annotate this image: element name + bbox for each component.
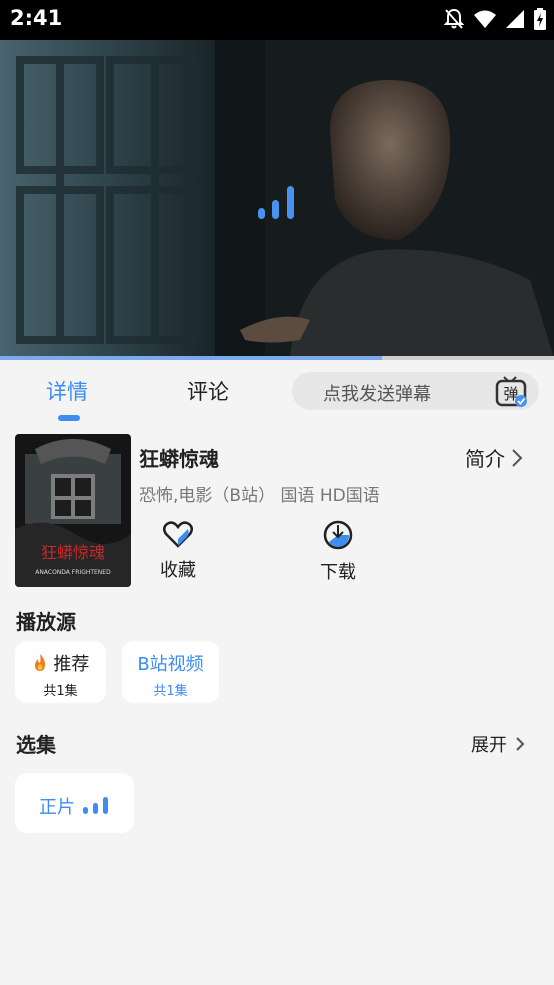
heart-icon — [163, 521, 193, 548]
notifications-off-icon — [444, 8, 464, 29]
movie-meta: 恐怖,电影（B站） 国语 HD国语 — [139, 486, 380, 506]
source-label: 推荐 — [53, 654, 90, 675]
source-count: 共1集 — [43, 684, 78, 699]
danmaku-toggle-icon[interactable]: 弹 — [495, 376, 529, 408]
signal-icon — [506, 10, 524, 28]
tab-bar: 详情 评论 点我发送弹幕 弹 — [0, 360, 554, 424]
expand-episodes-button[interactable]: 展开 — [471, 731, 525, 757]
chevron-right-icon — [516, 737, 525, 751]
tab-comments[interactable]: 评论 — [187, 376, 229, 406]
status-icons — [444, 8, 546, 30]
download-button[interactable]: 下载 — [298, 520, 378, 584]
source-bilibili[interactable]: B站视频 共1集 — [122, 641, 219, 703]
active-tab-indicator — [58, 415, 80, 421]
sources-title: 播放源 — [16, 610, 76, 634]
poster-subtitle: ANACONDA FRIGHTENED — [35, 569, 111, 576]
now-playing-icon — [83, 797, 108, 814]
episode-label: 正片 — [39, 797, 75, 818]
danmaku-input[interactable]: 点我发送弹幕 弹 — [292, 372, 539, 410]
buffering-icon — [258, 186, 294, 219]
source-count: 共1集 — [153, 684, 188, 699]
chevron-right-icon — [512, 448, 523, 467]
tab-details[interactable]: 详情 — [46, 376, 88, 406]
wifi-icon — [474, 10, 496, 28]
poster-title: 狂蟒惊魂 — [41, 543, 105, 562]
download-label: 下载 — [320, 562, 356, 583]
download-icon — [323, 520, 353, 550]
intro-label: 简介 — [465, 447, 505, 471]
favorite-button[interactable]: 收藏 — [138, 520, 218, 582]
expand-label: 展开 — [471, 735, 507, 756]
episodes-title: 选集 — [16, 733, 56, 757]
battery-charging-icon — [534, 8, 546, 30]
danmaku-placeholder: 点我发送弹幕 — [323, 384, 431, 405]
movie-title: 狂蟒惊魂 — [139, 447, 219, 471]
source-recommended[interactable]: 推荐 共1集 — [15, 641, 106, 703]
intro-link[interactable]: 简介 — [465, 443, 523, 472]
status-bar: 2:41 — [0, 0, 554, 40]
fire-icon — [34, 654, 45, 671]
favorite-label: 收藏 — [160, 560, 196, 581]
movie-poster[interactable]: 狂蟒惊魂 ANACONDA FRIGHTENED — [15, 434, 131, 587]
video-player[interactable] — [0, 40, 554, 358]
source-label: B站视频 — [137, 654, 204, 675]
episode-item[interactable]: 正片 — [15, 773, 134, 833]
status-time: 2:41 — [10, 6, 63, 30]
